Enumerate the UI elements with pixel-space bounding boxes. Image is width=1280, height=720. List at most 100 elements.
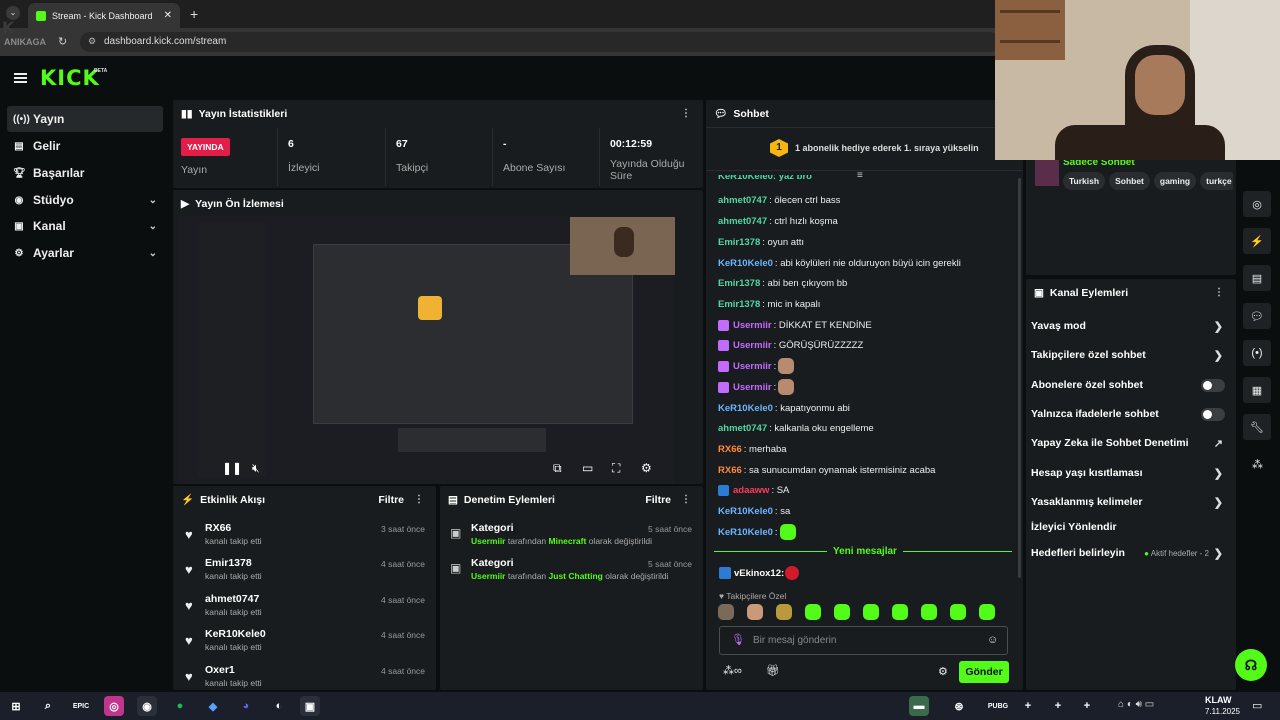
support-icon[interactable]: ☊: [1235, 649, 1267, 681]
subs-only-toggle[interactable]: [1201, 378, 1225, 392]
chat-username[interactable]: Emir1378: [718, 237, 760, 248]
emote-icon[interactable]: [747, 604, 763, 620]
wrench-icon[interactable]: 🔧︎: [1243, 414, 1271, 440]
tag[interactable]: Turkish: [1063, 172, 1106, 190]
moderation-category[interactable]: Just Chatting: [549, 571, 603, 581]
sidebar-item-basarilar[interactable]: 🏆︎ Başarılar: [7, 160, 163, 186]
chat-scrollbar[interactable]: [1018, 178, 1021, 578]
kick-logo[interactable]: KICK: [40, 66, 100, 90]
chat-username[interactable]: Usermiir: [733, 361, 772, 372]
taskbar-add-icon[interactable]: +: [1018, 696, 1038, 716]
chat-settings-icon[interactable]: ⚙: [938, 665, 948, 678]
search-icon[interactable]: ⌕: [38, 696, 58, 716]
activity-user[interactable]: RX66: [205, 522, 231, 534]
slow-mode-action[interactable]: Yavaş mod ❯: [1031, 316, 1227, 336]
chat-username[interactable]: KeR10Kele0: [718, 403, 773, 414]
chat-username[interactable]: Usermiir: [733, 340, 772, 351]
more-icon[interactable]: ⋮: [681, 494, 691, 505]
more-icon[interactable]: ⋮: [1214, 287, 1224, 298]
emote-icon[interactable]: [718, 604, 734, 620]
moderation-user[interactable]: Usermiir: [471, 536, 506, 546]
close-tab-icon[interactable]: ✕: [164, 10, 172, 21]
activity-user[interactable]: Emir1378: [205, 557, 252, 569]
points-icon[interactable]: ⁂∞: [723, 664, 742, 677]
tag[interactable]: gaming: [1153, 172, 1197, 190]
account-age-action[interactable]: Hesap yaşı kısıtlaması ❯: [1031, 463, 1227, 483]
url-field[interactable]: dashboard.kick.com/stream: [80, 32, 1000, 52]
chat-username[interactable]: ahmet0747: [718, 423, 767, 434]
chrome-icon[interactable]: ◉: [137, 696, 157, 716]
moderation-filter-button[interactable]: Filtre: [645, 494, 671, 506]
browser-tab[interactable]: Stream - Kick Dashboard ✕: [28, 3, 180, 28]
emote-icon[interactable]: [921, 604, 937, 620]
new-tab-icon[interactable]: +: [190, 6, 198, 22]
notes-icon[interactable]: ▤: [1243, 265, 1271, 291]
emote-icon[interactable]: [979, 604, 995, 620]
settings-icon[interactable]: ⚙: [641, 461, 652, 475]
pubg-icon[interactable]: PUBG: [988, 696, 1008, 716]
emoji-icon[interactable]: ☺: [987, 634, 998, 646]
reload-icon[interactable]: ↻: [58, 35, 67, 48]
steam-icon[interactable]: ⊛: [949, 696, 969, 716]
instagram-icon[interactable]: ◎: [104, 696, 124, 716]
emote-icon[interactable]: [950, 604, 966, 620]
obs-icon[interactable]: ◐: [269, 696, 289, 716]
followers-only-action[interactable]: Takipçilere özel sohbet ❯: [1031, 345, 1227, 365]
site-info-icon[interactable]: ⚙: [88, 36, 96, 47]
keyboard-layout[interactable]: KLAW: [1205, 695, 1232, 705]
apps-icon[interactable]: ⁂: [1252, 458, 1263, 471]
goals-action[interactable]: Hedefleri belirleyin ● Aktif hedefler - 2…: [1031, 543, 1227, 563]
pinned-toggle-icon[interactable]: ≡: [857, 170, 863, 181]
more-icon[interactable]: ⋮: [414, 494, 424, 505]
spotify-icon[interactable]: ●: [170, 696, 190, 716]
activity-user[interactable]: Oxer1: [205, 664, 235, 676]
chat-username[interactable]: Emir1378: [718, 299, 760, 310]
gift-icon[interactable]: 🎁︎: [766, 664, 780, 677]
last-chat-user[interactable]: vEkinox12:: [734, 568, 784, 579]
epic-games-icon[interactable]: EPIC: [71, 696, 91, 716]
emote-icon[interactable]: [776, 604, 792, 620]
chat-username[interactable]: KeR10Kele0: [718, 527, 773, 538]
fullscreen-icon[interactable]: ⛶: [612, 461, 620, 476]
chat-icon[interactable]: 💬︎: [1243, 303, 1271, 329]
chat-username[interactable]: Usermiir: [733, 382, 772, 393]
sidebar-item-gelir[interactable]: ▤ Gelir: [7, 133, 163, 159]
send-button[interactable]: Gönder: [959, 661, 1009, 683]
emote-icon[interactable]: [892, 604, 908, 620]
chat-username[interactable]: ahmet0747: [718, 216, 767, 227]
moderation-category[interactable]: Minecraft: [549, 536, 587, 546]
chat-app-icon[interactable]: ▬: [909, 696, 929, 716]
chat-username[interactable]: RX66: [718, 444, 742, 455]
pause-icon[interactable]: ❚❚: [222, 461, 242, 475]
chat-username[interactable]: KeR10Kele0: [718, 258, 773, 269]
more-icon[interactable]: ⋮: [681, 108, 691, 119]
mute-icon[interactable]: 🔇︎: [252, 461, 260, 476]
camera-icon[interactable]: ◎: [1243, 191, 1271, 217]
clip-icon[interactable]: ⧉: [553, 461, 562, 476]
sidebar-item-yayin[interactable]: ((•)) Yayın: [7, 106, 163, 132]
emote-icon[interactable]: [805, 604, 821, 620]
emote-icon[interactable]: [863, 604, 879, 620]
chat-username[interactable]: Usermiir: [733, 320, 772, 331]
menu-icon[interactable]: [14, 73, 27, 83]
layout-icon[interactable]: ▦: [1243, 377, 1271, 403]
sidebar-item-ayarlar[interactable]: ⚙ Ayarlar ⌄: [7, 240, 163, 266]
activity-user[interactable]: KeR10Kele0: [205, 628, 266, 640]
emote-icon[interactable]: [834, 604, 850, 620]
theater-icon[interactable]: ▭: [582, 461, 593, 475]
chat-username[interactable]: adaaww: [733, 485, 769, 496]
system-tray-icons[interactable]: ⌂ ◐ 🔊︎ ▭: [1118, 699, 1154, 710]
broadcast-icon[interactable]: (•): [1243, 340, 1271, 366]
emotes-only-toggle[interactable]: [1201, 407, 1225, 421]
activity-user[interactable]: ahmet0747: [205, 593, 259, 605]
discord-taskbar-icon[interactable]: ◕: [236, 696, 256, 716]
chat-username[interactable]: RX66: [718, 465, 742, 476]
chat-username[interactable]: ahmet0747: [718, 195, 767, 206]
windows-start-icon[interactable]: ⊞: [6, 696, 26, 716]
tag[interactable]: Sohbet: [1109, 172, 1150, 190]
bolt-icon[interactable]: ⚡: [1243, 228, 1271, 254]
explorer-icon[interactable]: ▣: [300, 696, 320, 716]
app-icon[interactable]: ◆: [203, 696, 223, 716]
notification-icon[interactable]: ▭: [1252, 699, 1262, 712]
moderation-user[interactable]: Usermiir: [471, 571, 506, 581]
